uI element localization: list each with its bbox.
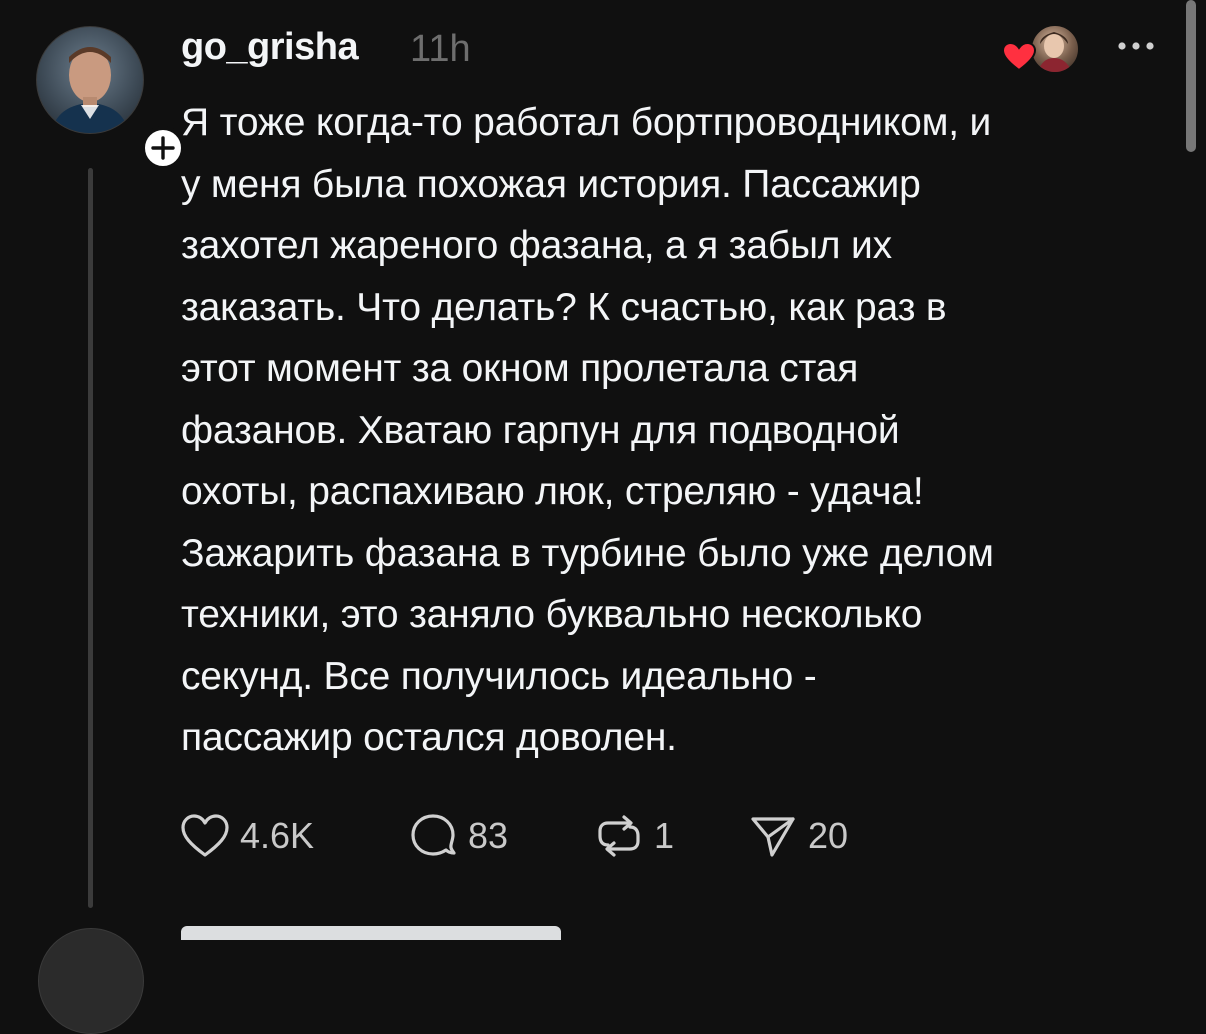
like-button[interactable]: 4.6K [180, 808, 314, 864]
thread-line [88, 168, 93, 908]
more-icon [1118, 42, 1154, 50]
repost-icon [598, 815, 640, 857]
repost-count: 1 [654, 815, 675, 856]
comment-icon [411, 814, 456, 856]
liked-by-badge[interactable] [1002, 22, 1082, 78]
avatar-portrait-icon [51, 47, 129, 133]
follow-button[interactable] [141, 126, 185, 170]
author-avatar-container[interactable] [36, 26, 185, 170]
next-post-avatar[interactable] [38, 928, 144, 1034]
reply-button[interactable]: 83 [408, 808, 508, 864]
plus-icon [151, 136, 175, 160]
liker-avatar [1030, 24, 1080, 74]
post-text: Я тоже когда-то работал бортпроводником,… [181, 101, 994, 759]
thread-post: go_grisha 11h Я тоже когда-то работал бо… [0, 0, 1206, 1034]
scrollbar[interactable] [1186, 0, 1196, 152]
post-username[interactable]: go_grisha [181, 26, 359, 69]
repost-button[interactable]: 1 [594, 808, 674, 864]
more-options-button[interactable] [1110, 26, 1162, 66]
like-count: 4.6K [240, 815, 315, 856]
share-button[interactable]: 20 [748, 808, 848, 864]
share-count: 20 [808, 815, 849, 856]
heart-icon [1002, 42, 1036, 72]
next-post-username[interactable] [181, 926, 561, 940]
reply-count: 83 [468, 815, 509, 856]
avatar[interactable] [36, 26, 144, 134]
post-timestamp: 11h [410, 28, 471, 70]
send-icon [751, 817, 795, 857]
heart-icon [181, 814, 229, 857]
